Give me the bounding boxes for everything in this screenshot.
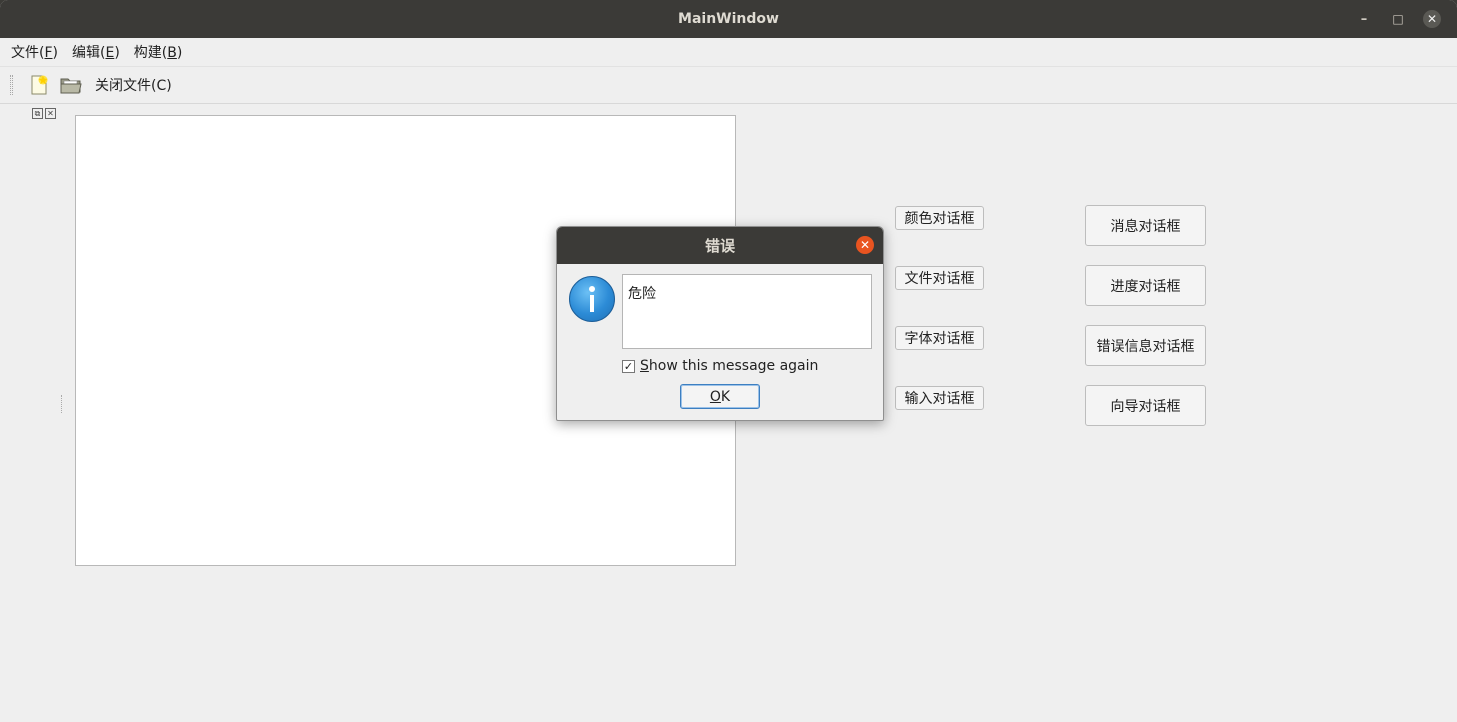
error-dialog-button[interactable]: 错误信息对话框 [1085, 325, 1206, 366]
menu-edit[interactable]: 编辑(E) [65, 42, 127, 62]
info-icon [569, 276, 615, 322]
check-icon: ✓ [623, 359, 634, 373]
show-again-checkbox[interactable]: ✓ [622, 359, 635, 373]
progress-dialog-button[interactable]: 进度对话框 [1085, 265, 1206, 306]
file-dialog-button[interactable]: 文件对话框 [895, 266, 984, 290]
ok-button[interactable]: OK [680, 384, 760, 409]
menu-bar: 文件(F) 编辑(E) 构建(B) [0, 38, 1457, 66]
dock-float-icon: ⧉ [34, 109, 41, 118]
dock-float-button[interactable]: ⧉ [32, 108, 43, 119]
show-again-mnemonic: S [640, 358, 649, 374]
dock-close-button[interactable]: ✕ [45, 108, 56, 119]
open-folder-icon [60, 78, 82, 94]
menu-build-suffix: ) [176, 45, 183, 61]
error-message-dialog: 错误 ✕ 危险 ✓ Show this message again OK [556, 226, 884, 421]
open-folder-button[interactable] [55, 70, 87, 100]
dialog-title: 错误 [704, 237, 735, 255]
minimize-button[interactable]: – [1347, 0, 1381, 38]
dock-close-icon: ✕ [47, 109, 54, 118]
new-file-icon [31, 75, 48, 95]
close-window-button[interactable]: ✕ [1415, 0, 1449, 38]
minimize-icon: – [1360, 11, 1368, 27]
maximize-icon: □ [1392, 12, 1404, 26]
menu-build-label: 构建( [133, 45, 168, 61]
wizard-dialog-button[interactable]: 向导对话框 [1085, 385, 1206, 426]
menu-file-mnemonic: F [44, 45, 53, 61]
menu-edit-label: 编辑( [72, 45, 106, 61]
maximize-button[interactable]: □ [1381, 0, 1415, 38]
main-window: MainWindow – □ ✕ 文件(F) 编辑(E) 构建(B) 关闭文件(… [0, 0, 1457, 722]
close-icon: ✕ [1423, 10, 1441, 28]
menu-file-label: 文件( [11, 45, 45, 61]
menu-edit-mnemonic: E [105, 45, 115, 61]
menu-build[interactable]: 构建(B) [127, 42, 190, 62]
toolbar: 关闭文件(C) [0, 66, 1457, 104]
show-again-checkbox-row[interactable]: ✓ Show this message again [622, 358, 818, 374]
close-icon: ✕ [859, 238, 871, 252]
dock-controls: ⧉ ✕ [32, 108, 56, 119]
new-file-button[interactable] [23, 70, 55, 100]
dock-splitter[interactable] [61, 395, 63, 413]
ok-mnemonic: O [709, 388, 721, 405]
show-again-label: Show this message again [640, 358, 818, 374]
message-dialog-button[interactable]: 消息对话框 [1085, 205, 1206, 246]
dialog-close-button[interactable]: ✕ [856, 236, 874, 254]
error-message-text[interactable]: 危险 [622, 274, 872, 349]
font-dialog-button[interactable]: 字体对话框 [895, 326, 984, 350]
toolbar-grip[interactable] [10, 75, 13, 95]
window-title: MainWindow [678, 11, 779, 27]
info-glyph [589, 286, 595, 312]
window-controls: – □ ✕ [1347, 0, 1449, 38]
menu-file-suffix: ) [52, 45, 58, 61]
ok-label-rest: K [720, 388, 731, 405]
title-bar: MainWindow – □ ✕ [0, 0, 1457, 38]
color-dialog-button[interactable]: 颜色对话框 [895, 206, 984, 230]
menu-edit-suffix: ) [114, 45, 120, 61]
menu-build-mnemonic: B [167, 45, 177, 61]
show-again-label-rest: how this message again [648, 358, 819, 374]
menu-file[interactable]: 文件(F) [4, 42, 65, 62]
dialog-title-bar: 错误 ✕ [557, 227, 883, 264]
input-dialog-button[interactable]: 输入对话框 [895, 386, 984, 410]
close-file-action[interactable]: 关闭文件(C) [95, 75, 172, 95]
